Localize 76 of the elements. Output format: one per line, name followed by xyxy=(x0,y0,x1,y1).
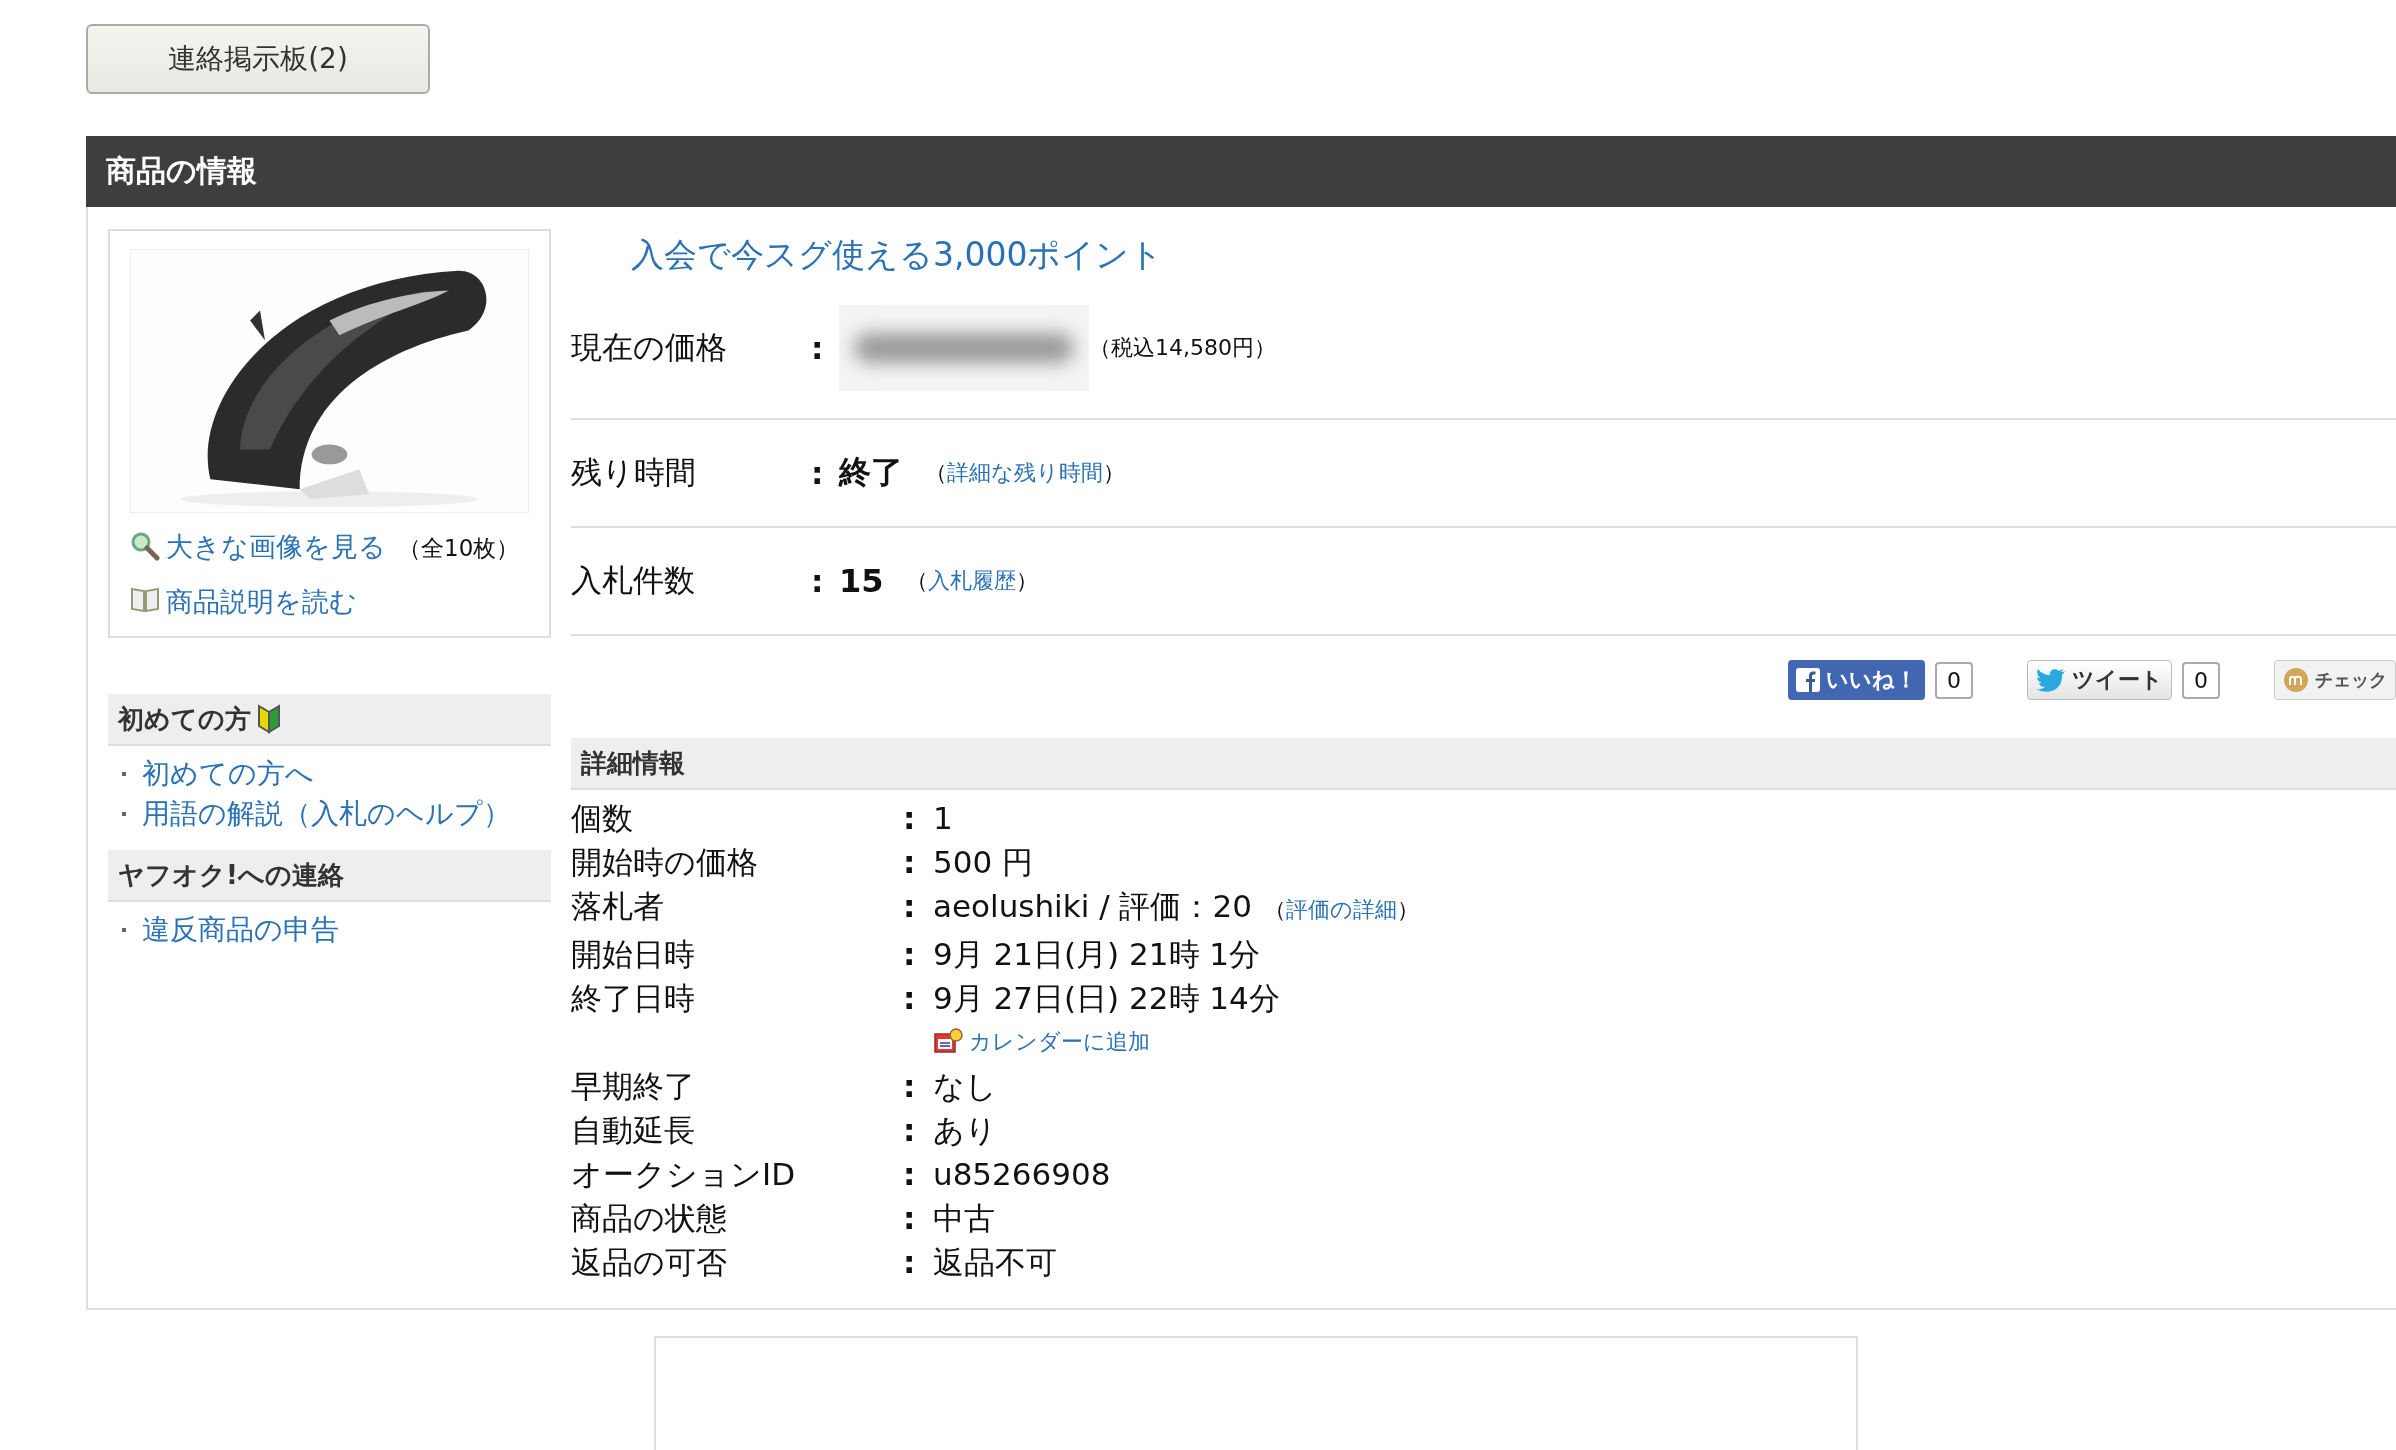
magnifier-icon xyxy=(130,531,160,561)
separator: : xyxy=(903,979,917,1018)
facebook-icon xyxy=(1796,668,1820,692)
separator: : xyxy=(903,1199,917,1238)
field-value: u85266908 xyxy=(933,1155,1111,1194)
field-value: 9月 27日(日) 22時 14分 xyxy=(933,979,1280,1018)
field-label: 残り時間 xyxy=(571,453,697,492)
separator: : xyxy=(903,799,917,838)
separator: : xyxy=(903,887,917,926)
sidebar-title: 初めての方 xyxy=(118,702,251,736)
field-value: aeolushiki / 評価：20 xyxy=(933,887,1252,926)
paren: ） xyxy=(1103,460,1125,485)
separator: : xyxy=(811,563,825,599)
book-icon xyxy=(130,586,160,612)
separator: : xyxy=(903,1243,917,1282)
like-button[interactable]: いいね！ xyxy=(1788,660,1925,700)
detail-link[interactable]: 詳細な残り時間 xyxy=(947,460,1103,485)
bird-icon xyxy=(2036,668,2066,692)
field-label: 返品の可否 xyxy=(571,1243,728,1282)
field-label: 開始時の価格 xyxy=(571,843,759,882)
calendar-link[interactable]: カレンダーに追加 xyxy=(969,1027,1150,1057)
message-board-button[interactable]: 連絡掲示板(2) xyxy=(86,24,430,94)
bullet-icon xyxy=(122,812,126,816)
field-label: 現在の価格 xyxy=(571,328,728,367)
field-label: 入札件数 xyxy=(571,561,696,600)
field-label: 早期終了 xyxy=(571,1067,696,1106)
field-value: 9月 21日(月) 21時 1分 xyxy=(933,935,1261,974)
paren: ） xyxy=(1396,897,1419,922)
separator: : xyxy=(903,1155,917,1194)
image-link[interactable]: 商品説明を読む xyxy=(166,586,357,617)
separator: : xyxy=(903,843,917,882)
promo-link[interactable]: 入会で今スグ使える3,000ポイント xyxy=(631,233,2396,278)
sidebar-link[interactable]: 用語の解説（入札のヘルプ） xyxy=(142,794,511,834)
field-label: 終了日時 xyxy=(571,979,696,1018)
image-link[interactable]: 大きな画像を見る xyxy=(166,531,386,562)
share-count: 0 xyxy=(2182,661,2220,699)
bullet-icon xyxy=(122,772,126,776)
separator: : xyxy=(811,455,825,491)
paren: （ xyxy=(925,460,947,485)
image-count: （全10枚） xyxy=(398,535,520,561)
tax-note: （税込14,580円） xyxy=(1089,334,1276,362)
sidebar-link[interactable]: 初めての方へ xyxy=(142,754,314,794)
detail-link[interactable]: 評価の詳細 xyxy=(1285,897,1397,922)
field-value: 返品不可 xyxy=(933,1243,1057,1282)
field-label: 自動延長 xyxy=(571,1111,696,1150)
details-title: 詳細情報 xyxy=(581,746,685,780)
field-value: 15 xyxy=(839,562,884,600)
sidebar-link[interactable]: 違反商品の申告 xyxy=(142,910,339,950)
paren: （ xyxy=(1263,897,1286,922)
separator: : xyxy=(903,1111,917,1150)
bullet-icon xyxy=(122,928,126,932)
calendar-icon xyxy=(933,1028,963,1056)
paren: （ xyxy=(905,568,928,593)
paren: ） xyxy=(1015,568,1038,593)
share-count: 0 xyxy=(1935,661,1973,699)
field-value: 500 円 xyxy=(933,843,1034,882)
beginner-mark-icon xyxy=(257,704,281,734)
separator: : xyxy=(903,1067,917,1106)
tweet-button[interactable]: ツイート xyxy=(2027,660,2172,700)
section-title: 商品の情報 xyxy=(106,152,257,190)
field-value: あり xyxy=(933,1111,997,1150)
field-value: 1 xyxy=(933,799,953,838)
sidebar-title: ヤフオク!への連絡 xyxy=(118,858,344,892)
separator: : xyxy=(811,330,825,366)
field-value: 終了 xyxy=(839,452,903,493)
field-label: オークションID xyxy=(571,1155,796,1194)
circle-m-icon xyxy=(2283,667,2309,693)
field-value: なし xyxy=(933,1067,997,1106)
field-label: 個数 xyxy=(571,799,634,838)
detail-link[interactable]: 入札履歴 xyxy=(927,568,1016,593)
check-button[interactable]: チェック xyxy=(2274,660,2396,700)
field-value: 中古 xyxy=(933,1199,995,1238)
field-label: 落札者 xyxy=(571,887,665,926)
field-label: 開始日時 xyxy=(571,935,696,974)
field-label: 商品の状態 xyxy=(571,1199,728,1238)
separator: : xyxy=(903,935,917,974)
